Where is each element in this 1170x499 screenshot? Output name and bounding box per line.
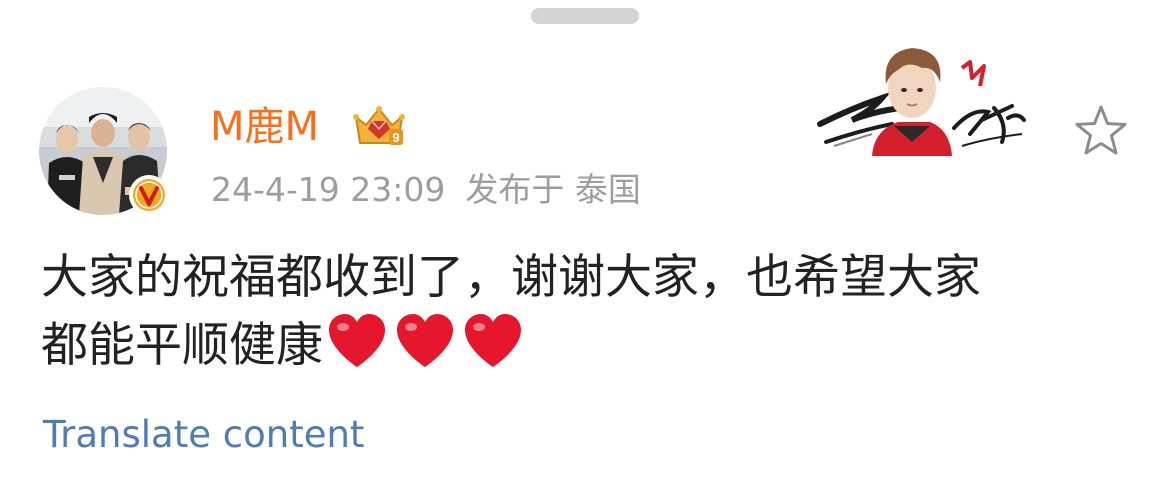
translate-content-link[interactable]: Translate content: [43, 412, 364, 458]
heart-emoji-icon: [465, 314, 521, 367]
post-location: 发布于 泰国: [465, 170, 641, 209]
author-name[interactable]: M鹿M: [210, 103, 319, 151]
heart-emoji-icon: [397, 314, 453, 367]
post-sheet: M鹿M 9 24-4-19 23:09 发布于 泰国 大家的祝福都收到了，谢谢大…: [0, 0, 1170, 499]
star-outline-icon[interactable]: [1072, 102, 1130, 160]
post-meta: 24-4-19 23:09 发布于 泰国: [211, 168, 661, 212]
heart-emoji-icon: [329, 314, 385, 367]
verified-badge-icon: [127, 173, 171, 217]
post-text-line-1: 大家的祝福都收到了，谢谢大家，也希望大家: [41, 250, 981, 305]
post-body: 大家的祝福都收到了，谢谢大家，也希望大家 都能平顺健康: [41, 244, 1131, 380]
vip-crown-icon[interactable]: 9: [350, 103, 408, 151]
sheet-drag-handle[interactable]: [531, 8, 639, 24]
post-timestamp: 24-4-19 23:09: [211, 170, 446, 209]
avatar[interactable]: [39, 87, 169, 215]
post-text-line-2-text: 都能平顺健康: [41, 318, 323, 373]
decor-card-image[interactable]: [812, 38, 1027, 156]
post-text-line-2: 都能平顺健康: [41, 312, 1131, 380]
heart-emoji-group: [323, 313, 523, 369]
vip-level-text: 9: [392, 130, 399, 145]
